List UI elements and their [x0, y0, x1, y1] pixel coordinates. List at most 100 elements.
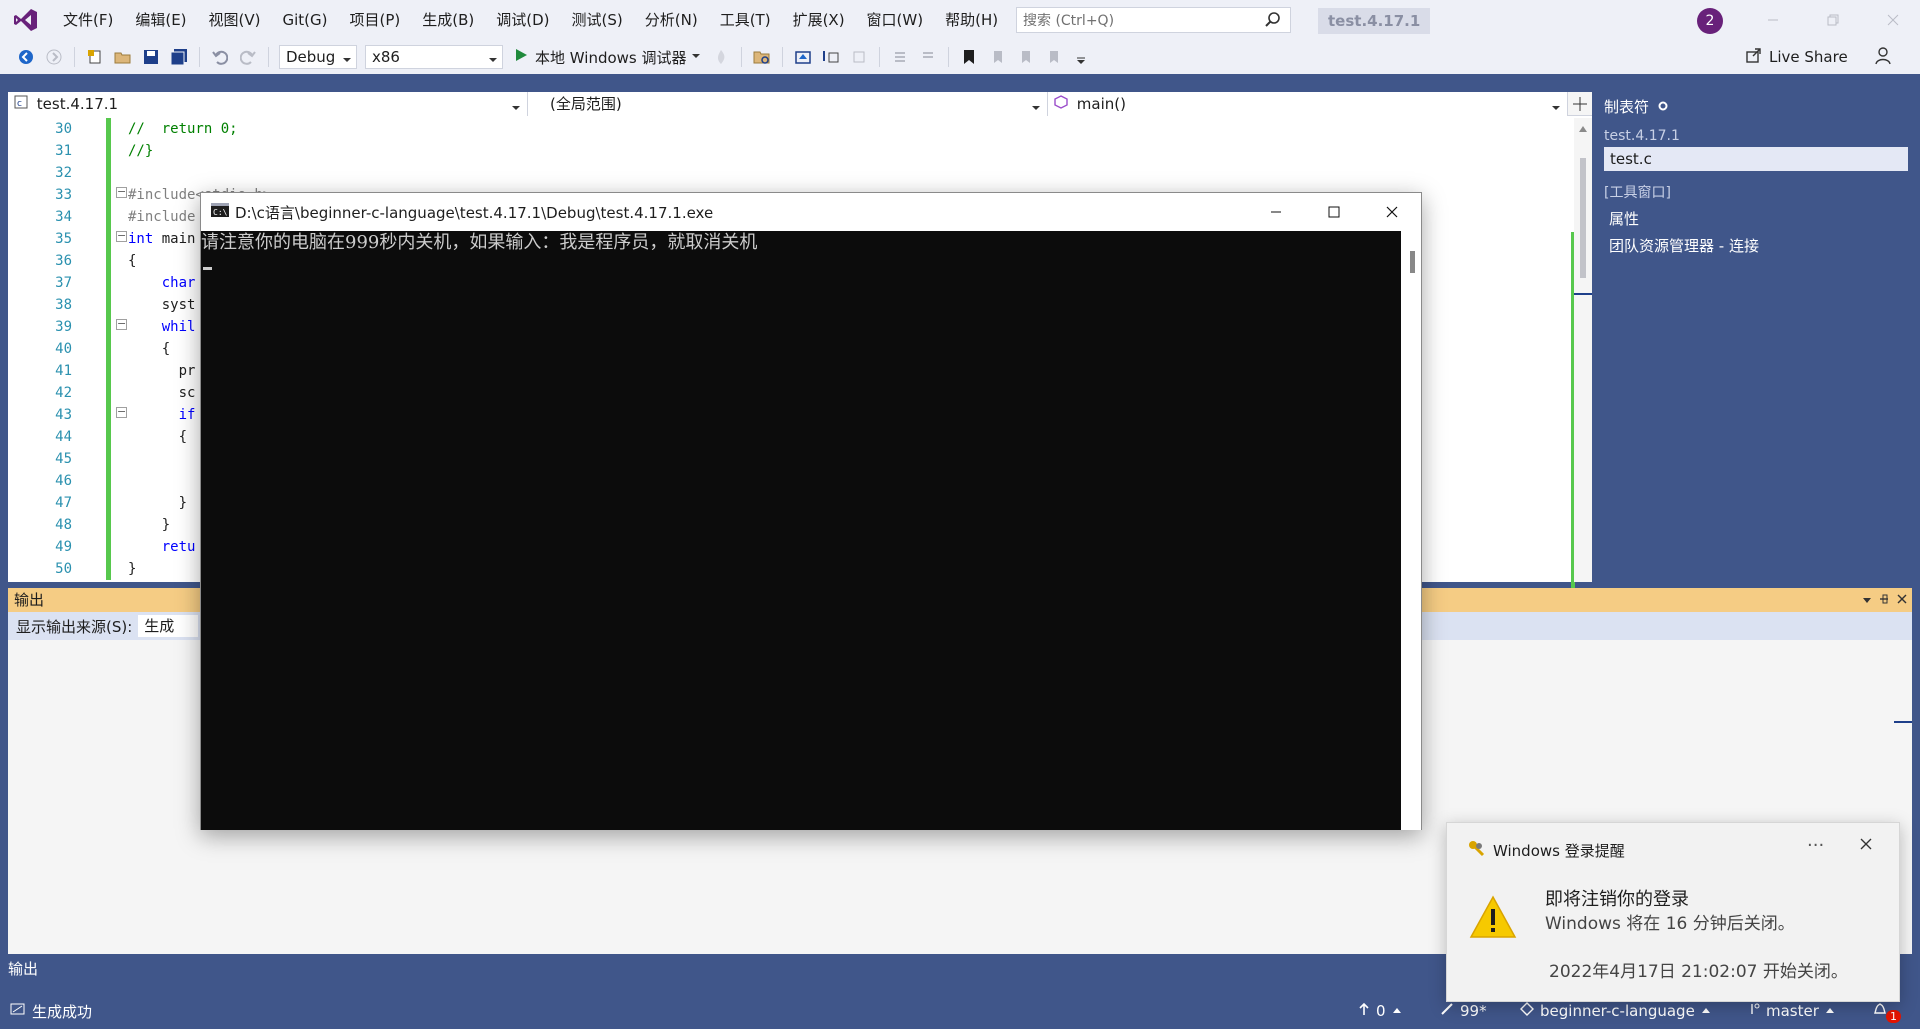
- menu-window[interactable]: 窗口(W): [856, 0, 935, 40]
- debugger-label: 本地 Windows 调试器: [535, 48, 687, 67]
- comment-lines-icon[interactable]: [889, 46, 911, 68]
- console-scroll-thumb[interactable]: [1410, 251, 1415, 273]
- scope-dropdown-value: (全局范围): [550, 95, 622, 113]
- tool-window-panel: 制表符 test.4.17.1 test.c [工具窗口] 属性 团队资源管理器…: [1594, 92, 1920, 582]
- line-number: 42: [55, 385, 72, 401]
- menu-extensions[interactable]: 扩展(X): [782, 0, 856, 40]
- save-all-icon[interactable]: [168, 46, 190, 68]
- step-over-icon[interactable]: [848, 46, 870, 68]
- solution-platform-select[interactable]: x86: [365, 45, 503, 69]
- line-number: 32: [55, 165, 72, 181]
- console-vertical-scrollbar[interactable]: [1401, 231, 1421, 830]
- menu-git[interactable]: Git(G): [272, 0, 339, 40]
- tool-window-properties[interactable]: 属性: [1594, 205, 1920, 232]
- open-file-icon[interactable]: [112, 46, 134, 68]
- fold-toggle-icon[interactable]: −: [116, 186, 127, 198]
- more-options-icon[interactable]: ···: [1807, 835, 1824, 856]
- status-push[interactable]: 0: [1358, 993, 1402, 1029]
- caret-up-icon: [1825, 1002, 1835, 1020]
- menu-edit[interactable]: 编辑(E): [124, 0, 197, 40]
- browse-folder-icon[interactable]: [751, 46, 773, 68]
- output-source-select[interactable]: 生成: [138, 615, 199, 637]
- home-view-icon[interactable]: [792, 46, 814, 68]
- solution-configuration-select[interactable]: Debug: [279, 45, 357, 69]
- menu-file[interactable]: 文件(F): [52, 0, 124, 40]
- new-project-icon[interactable]: [84, 46, 106, 68]
- start-debugging-button[interactable]: 本地 Windows 调试器: [513, 47, 701, 68]
- dropdown-arrow-icon[interactable]: [1862, 588, 1872, 612]
- toolbar-overflow-icon[interactable]: [1070, 46, 1092, 68]
- line-number: 36: [55, 253, 72, 269]
- scope-dropdown[interactable]: (全局范围): [528, 92, 1048, 116]
- standard-toolbar: Debug x86 本地 Windows 调试器 Live Share: [0, 40, 1920, 74]
- minimize-icon[interactable]: [1750, 0, 1796, 40]
- menu-debug[interactable]: 调试(D): [485, 0, 560, 40]
- line-number: 34: [55, 209, 72, 225]
- warning-icon: [1469, 895, 1517, 943]
- console-output-area[interactable]: 请注意你的电脑在999秒内关机，如果输入：我是程序员，就取消关机: [201, 231, 1401, 830]
- clear-bookmarks-icon[interactable]: [1042, 46, 1064, 68]
- minimize-icon[interactable]: [1247, 193, 1305, 231]
- close-icon[interactable]: [1363, 193, 1421, 231]
- redo-icon[interactable]: [237, 46, 259, 68]
- toolbar-separator: [947, 47, 949, 67]
- function-cube-icon: [1054, 95, 1068, 113]
- line-number: 30: [55, 121, 72, 137]
- prev-bookmark-icon[interactable]: [986, 46, 1008, 68]
- project-dropdown-value: test.4.17.1: [36, 95, 119, 113]
- menu-view[interactable]: 视图(V): [198, 0, 272, 40]
- chevron-down-icon[interactable]: [691, 48, 701, 66]
- gear-icon[interactable]: [1657, 98, 1669, 116]
- menu-project[interactable]: 项目(P): [339, 0, 412, 40]
- hot-reload-icon[interactable]: [710, 46, 732, 68]
- code-keyword: int: [128, 231, 154, 247]
- fold-toggle-icon[interactable]: −: [116, 230, 127, 242]
- console-title-bar[interactable]: C:\ D:\c语言\beginner-c-language\test.4.17…: [201, 193, 1421, 231]
- tool-window-team-explorer[interactable]: 团队资源管理器 - 连接: [1594, 232, 1920, 259]
- undo-icon[interactable]: [209, 46, 231, 68]
- navigate-back-icon[interactable]: [15, 46, 37, 68]
- chevron-down-icon: [342, 50, 352, 72]
- restore-icon[interactable]: [1810, 0, 1856, 40]
- play-icon: [513, 47, 529, 67]
- windows-notification-toast[interactable]: Windows 登录提醒 ··· 即将注销你的登录 Windows 将在 16 …: [1446, 822, 1900, 1002]
- chevron-down-icon: [488, 50, 498, 72]
- close-icon[interactable]: [1859, 837, 1873, 855]
- live-share-label: Live Share: [1769, 48, 1848, 66]
- search-input[interactable]: 搜索 (Ctrl+Q): [1016, 7, 1291, 33]
- close-window-icon[interactable]: [1870, 0, 1916, 40]
- file-item-test-c[interactable]: test.c: [1604, 147, 1908, 171]
- pin-icon[interactable]: [1878, 588, 1890, 612]
- menu-analyze[interactable]: 分析(N): [634, 0, 709, 40]
- menu-test[interactable]: 测试(S): [561, 0, 634, 40]
- member-dropdown[interactable]: main(): [1048, 92, 1568, 116]
- navigate-forward-icon[interactable]: [43, 46, 65, 68]
- maximize-icon[interactable]: [1305, 193, 1363, 231]
- menu-tools[interactable]: 工具(T): [709, 0, 782, 40]
- build-status-text: 生成成功: [32, 1002, 93, 1021]
- output-header-icons: [1862, 588, 1908, 612]
- project-dropdown[interactable]: c test.4.17.1: [8, 92, 528, 116]
- console-window[interactable]: C:\ D:\c语言\beginner-c-language\test.4.17…: [200, 192, 1422, 830]
- feedback-person-icon[interactable]: [1874, 46, 1894, 70]
- bookmark-icon[interactable]: [958, 46, 980, 68]
- save-icon[interactable]: [140, 46, 162, 68]
- fold-toggle-icon[interactable]: −: [116, 406, 127, 418]
- repository-name: beginner-c-language: [1540, 1002, 1695, 1020]
- menu-build[interactable]: 生成(B): [411, 0, 485, 40]
- split-editor-icon[interactable]: [1568, 92, 1592, 116]
- line-number: 50: [55, 561, 72, 577]
- change-indicator-bar: [106, 118, 111, 580]
- step-into-icon[interactable]: [820, 46, 842, 68]
- uncomment-lines-icon[interactable]: [917, 46, 939, 68]
- live-share-button[interactable]: Live Share: [1745, 46, 1848, 68]
- notification-badge[interactable]: 2: [1697, 8, 1723, 34]
- toast-app-row: Windows 登录提醒: [1467, 839, 1625, 861]
- output-tab[interactable]: 输出: [0, 958, 200, 980]
- editor-vertical-scrollbar[interactable]: [1574, 118, 1592, 582]
- close-icon[interactable]: [1896, 588, 1908, 612]
- next-bookmark-icon[interactable]: [1014, 46, 1036, 68]
- menu-help[interactable]: 帮助(H): [934, 0, 1009, 40]
- search-placeholder: 搜索 (Ctrl+Q): [1023, 13, 1115, 29]
- fold-toggle-icon[interactable]: −: [116, 318, 127, 330]
